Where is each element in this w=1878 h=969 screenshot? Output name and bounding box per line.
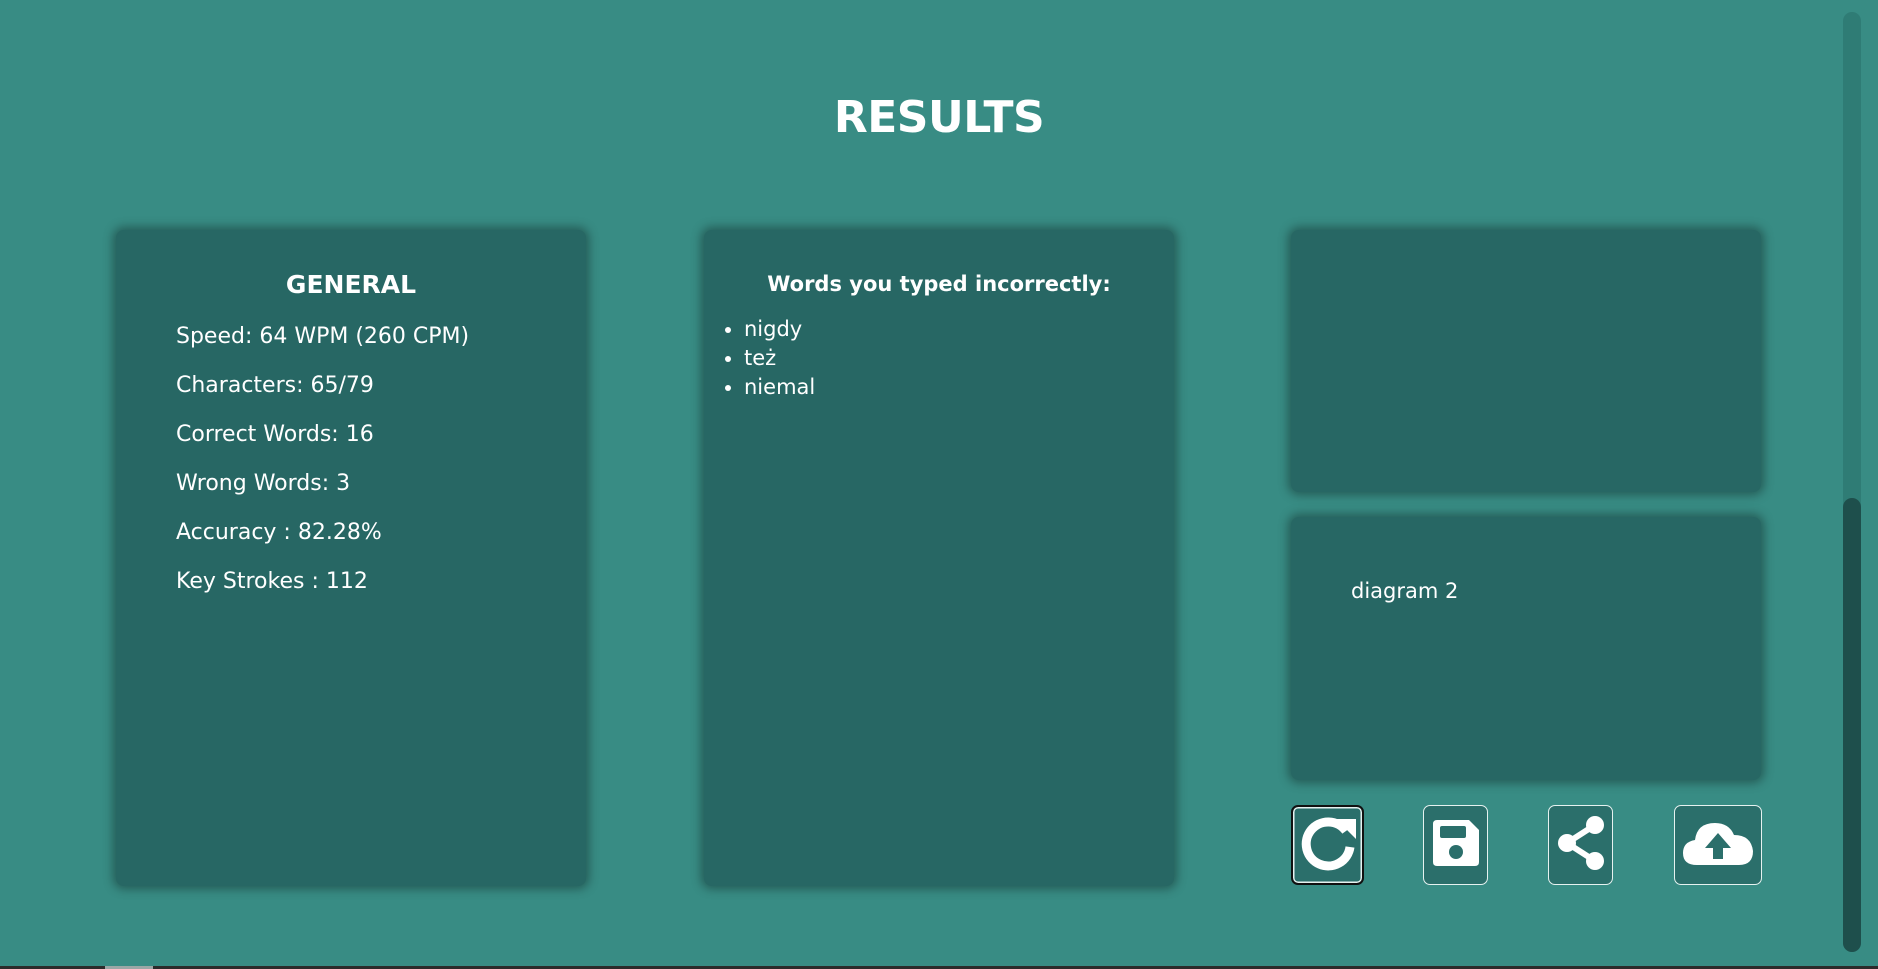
stat-accuracy: Accuracy : 82.28%: [176, 520, 382, 545]
stat-key-strokes: Key Strokes : 112: [176, 569, 368, 594]
restart-button[interactable]: [1291, 805, 1364, 885]
share-button[interactable]: [1548, 805, 1613, 885]
cloud-upload-icon: [1679, 815, 1757, 875]
incorrect-words-card: Words you typed incorrectly: nigdy też n…: [704, 230, 1174, 886]
save-icon: [1429, 816, 1483, 874]
restart-icon: [1296, 811, 1360, 879]
stats-list: Speed: 64 WPM (260 CPM) Characters: 65/7…: [176, 322, 469, 616]
results-page: RESULTS GENERAL Speed: 64 WPM (260 CPM) …: [0, 0, 1878, 969]
diagram-2-card: diagram 2: [1291, 517, 1761, 780]
list-item: też: [744, 344, 815, 373]
scrollbar-thumb[interactable]: [1843, 498, 1861, 952]
stat-characters: Characters: 65/79: [176, 373, 374, 398]
stat-correct-words: Correct Words: 16: [176, 422, 374, 447]
general-title: GENERAL: [285, 270, 417, 299]
cloud-upload-button[interactable]: [1674, 805, 1762, 885]
page-title: RESULTS: [833, 92, 1045, 143]
stat-wrong-words: Wrong Words: 3: [176, 471, 351, 496]
general-card: GENERAL Speed: 64 WPM (260 CPM) Characte…: [116, 230, 586, 886]
diagram-2-label: diagram 2: [1351, 579, 1459, 603]
save-button[interactable]: [1423, 805, 1488, 885]
stat-speed: Speed: 64 WPM (260 CPM): [176, 324, 470, 349]
incorrect-words-title: Words you typed incorrectly:: [767, 272, 1111, 296]
incorrect-words-list: nigdy też niemal: [724, 315, 815, 402]
list-item: nigdy: [744, 315, 815, 344]
diagram-1-card: [1291, 230, 1761, 492]
share-icon: [1553, 813, 1609, 877]
list-item: niemal: [744, 373, 815, 402]
